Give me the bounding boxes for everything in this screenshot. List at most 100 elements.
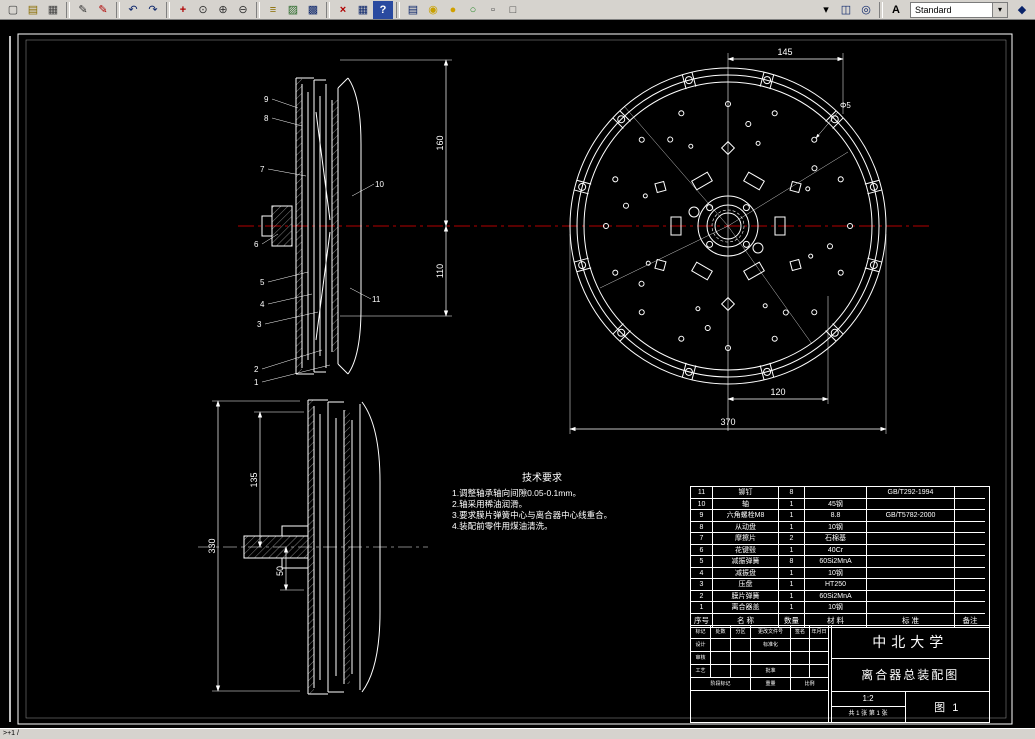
tech-requirements: 技术要求 1.调整轴承轴向间隙0.05-0.1mm。 2.轴采用稀油润滑。 3.…	[452, 471, 612, 531]
bom-material: 石棉基	[805, 533, 867, 545]
front-view[interactable]: 145 Φ5 120 370	[569, 47, 887, 434]
part-label-5: 5	[260, 278, 265, 287]
drawing-canvas[interactable]: 9 8 7 6 5 4 3 2 1 10 11 160 110 145 Φ5 1…	[0, 20, 1035, 728]
university-name: 中北大学	[831, 626, 989, 659]
bom-qty: 1	[779, 498, 805, 510]
figure-number: 图 1	[934, 702, 961, 714]
part-label-4: 4	[260, 300, 265, 309]
pencil-icon[interactable]: ✎	[73, 1, 93, 19]
bom-name: 花键毂	[713, 544, 779, 556]
part-label-9: 9	[264, 95, 269, 104]
bom-standard	[867, 579, 955, 591]
toolbar-overflow-icon[interactable]: ▾	[816, 1, 836, 19]
bom-name: 压盘	[713, 579, 779, 591]
zoom-out-icon[interactable]: ⊖	[233, 1, 253, 19]
object-properties-icon[interactable]: ▨	[283, 1, 303, 19]
label-date: 年月日	[810, 626, 829, 639]
bom-qty: 8	[779, 556, 805, 568]
redo-icon[interactable]: ↷	[143, 1, 163, 19]
bom-note	[955, 499, 985, 510]
bom-note	[955, 568, 985, 579]
bom-name: 六角螺栓M8	[713, 510, 779, 522]
label-change-no: 更改文件号	[751, 626, 791, 639]
pan-icon[interactable]: +	[173, 1, 193, 19]
style-combobox[interactable]: Standard ▾	[910, 1, 1008, 18]
zoom-realtime-icon[interactable]: ⊙	[193, 1, 213, 19]
label-sign: 签名	[791, 626, 810, 639]
toolbar-separator	[66, 1, 70, 18]
text-style-icon[interactable]: A	[886, 1, 906, 19]
bom-no: 1	[691, 602, 713, 614]
print-icon[interactable]: ▦	[43, 1, 63, 19]
table-row: 4 减振盘 1 10钢	[691, 567, 989, 579]
layer-properties-icon[interactable]: ≡	[263, 1, 283, 19]
bom-no: 8	[691, 521, 713, 533]
bom-qty: 1	[779, 510, 805, 522]
bom-note	[955, 591, 985, 602]
bom-standard	[867, 498, 955, 510]
bom-note	[955, 533, 985, 545]
bom-material: 10钢	[805, 567, 867, 579]
bom-no: 6	[691, 544, 713, 556]
views-icon[interactable]: ▤	[403, 1, 423, 19]
chevron-down-icon[interactable]: ▾	[992, 2, 1007, 17]
bom-material: 10钢	[805, 521, 867, 533]
lights-icon[interactable]: ●	[443, 1, 463, 19]
part-label-8: 8	[264, 114, 269, 123]
table-row: 11 铆钉 8 GB/T292-1994	[691, 487, 989, 499]
label-design: 设计	[691, 639, 711, 652]
status-text: >+1 /	[3, 730, 19, 737]
label-weight: 重量	[751, 678, 791, 691]
bom-no: 4	[691, 567, 713, 579]
undo-icon[interactable]: ↶	[123, 1, 143, 19]
part-label-7: 7	[260, 165, 265, 174]
box-icon[interactable]: □	[503, 1, 523, 19]
orbit-icon[interactable]: ◎	[856, 1, 876, 19]
bom-note	[955, 545, 985, 556]
bom-no: 2	[691, 590, 713, 602]
bom-material: 8.8	[805, 510, 867, 522]
bom-name: 从动盘	[713, 521, 779, 533]
red-pen-icon[interactable]: ✎	[93, 1, 113, 19]
toolbar-separator	[256, 1, 260, 18]
label-ratio: 比例	[791, 678, 829, 691]
label-stage: 阶段标记	[691, 678, 751, 691]
label-zone: 分区	[731, 626, 751, 639]
render-icon[interactable]: ◉	[423, 1, 443, 19]
label-mark: 标记	[691, 626, 711, 639]
materials-icon[interactable]: ○	[463, 1, 483, 19]
named-views-icon[interactable]: ◫	[836, 1, 856, 19]
bom-qty: 1	[779, 521, 805, 533]
bom-note	[955, 522, 985, 533]
bom-material: HT250	[805, 579, 867, 591]
new-file-icon[interactable]: ▢	[3, 1, 23, 19]
design-center-icon[interactable]: ▩	[303, 1, 323, 19]
tech-requirement-line: 1.调整轴承轴向间隙0.05-0.1mm。	[452, 488, 581, 498]
erase-icon[interactable]: ×	[333, 1, 353, 19]
part-label-11: 11	[372, 295, 381, 304]
section-view[interactable]	[261, 77, 375, 383]
background-icon[interactable]: ▫	[483, 1, 503, 19]
toolbar-separator	[166, 1, 170, 18]
bom-standard	[867, 602, 955, 614]
zoom-in-icon[interactable]: ⊕	[213, 1, 233, 19]
cad-application-window: ▢ ▤ ▦ ✎ ✎ ↶ ↷ + ⊙ ⊕ ⊖ ≡ ▨ ▩ × ▦ ? ▤ ◉ ● …	[0, 0, 1035, 739]
bom-qty: 1	[779, 602, 805, 614]
bom-name: 离合器盖	[713, 602, 779, 614]
dim-style-icon[interactable]: ◆	[1012, 1, 1032, 19]
table-row: 8 从动盘 1 10钢	[691, 521, 989, 533]
bom-no: 9	[691, 510, 713, 522]
table-icon[interactable]: ▦	[353, 1, 373, 19]
tech-requirement-line: 4.装配前零件用煤油清洗。	[452, 521, 553, 531]
bom-qty: 1	[779, 544, 805, 556]
label-standardize: 标准化	[751, 639, 791, 652]
title-block-main: 中北大学 离合器总装配图 1:2 共 1 张 第 1 张 图 1	[831, 626, 989, 722]
bottom-section-view[interactable]: 330 135 50	[198, 399, 428, 695]
help-icon[interactable]: ?	[373, 0, 393, 19]
bom-material	[805, 487, 867, 499]
open-file-icon[interactable]: ▤	[23, 1, 43, 19]
sheet-count: 共 1 张 第 1 张	[848, 711, 888, 717]
part-label-10: 10	[375, 180, 384, 189]
toolbar-separator	[396, 1, 400, 18]
drawing-scale: 1:2	[831, 692, 905, 707]
